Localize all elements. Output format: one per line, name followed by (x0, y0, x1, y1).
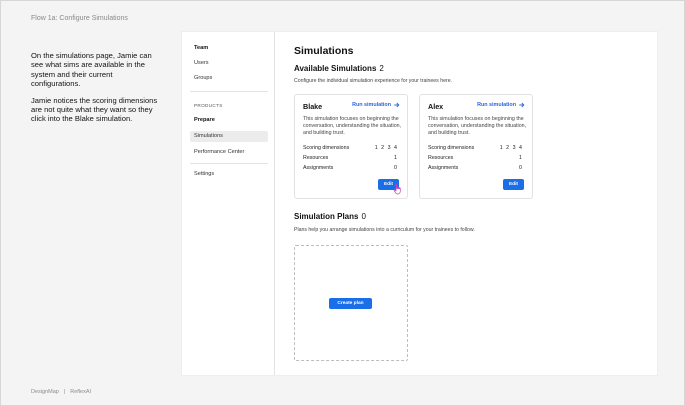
sidebar-item-groups[interactable]: Groups (190, 73, 268, 84)
available-simulations-description: Configure the individual simulation expe… (294, 78, 453, 84)
sidebar-item-simulations[interactable]: Simulations (190, 131, 268, 142)
footer: DesignMap | ReflexAI (31, 389, 91, 395)
resources-value: 1 (394, 155, 397, 161)
available-simulations-label: Available Simulations (294, 64, 377, 73)
hand-pointer-icon (393, 183, 401, 195)
scoring-dimension-value: 4 (394, 145, 397, 151)
footer-designmap: DesignMap (31, 389, 59, 395)
annotation-notes: On the simulations page, Jamie can see w… (31, 51, 159, 124)
scoring-dimensions-label: Scoring dimensions (303, 145, 350, 151)
simulation-plans-description: Plans help you arrange simulations into … (294, 227, 475, 233)
scoring-dimension-value: 1 (499, 145, 503, 151)
simulation-name: Alex (428, 102, 444, 111)
app-window: Team Users Groups PRODUCTS Prepare Simul… (181, 31, 658, 376)
assignments-row: Assignments 0 (428, 164, 522, 172)
scoring-dimension-value: 3 (387, 145, 391, 151)
simulation-plans-title: Simulation Plans 0 (294, 212, 366, 221)
resources-label: Resources (303, 155, 329, 161)
run-simulation-label: Run simulation (477, 102, 516, 108)
scoring-dimension-value: 2 (381, 145, 385, 151)
scoring-dimension-value: 3 (512, 145, 516, 151)
sidebar-item-settings[interactable]: Settings (190, 169, 268, 180)
note-1: On the simulations page, Jamie can see w… (31, 51, 152, 89)
simulation-name: Blake (303, 102, 323, 111)
note-2: Jamie notices the scoring dimensions are… (31, 95, 158, 124)
assignments-value: 0 (394, 165, 397, 171)
sidebar-divider (190, 91, 268, 92)
main-content: Simulations Available Simulations 2 Confi… (275, 32, 657, 375)
scoring-dimensions-row: Scoring dimensions 1 2 3 4 (428, 144, 522, 152)
simulation-card-blake: Blake Run simulation This simulation foc… (294, 94, 408, 199)
footer-separator: | (63, 389, 66, 395)
assignments-label: Assignments (428, 165, 459, 171)
flow-title: Flow 1a: Configure Simulations (31, 15, 128, 22)
arrow-right-icon (394, 102, 400, 108)
scoring-dimensions-values: 1 2 3 4 (500, 145, 522, 151)
scoring-dimensions-label: Scoring dimensions (428, 145, 475, 151)
run-simulation-link[interactable]: Run simulation (477, 102, 525, 108)
simulation-plans-label: Simulation Plans (294, 212, 359, 221)
resources-label: Resources (428, 155, 454, 161)
scoring-dimension-value: 2 (506, 145, 510, 151)
sidebar-divider (190, 163, 268, 164)
scoring-dimension-value: 1 (374, 145, 378, 151)
scoring-dimension-value: 4 (519, 145, 522, 151)
scoring-dimensions-row: Scoring dimensions 1 2 3 4 (303, 144, 397, 152)
assignments-value: 0 (519, 165, 522, 171)
sidebar-item-users[interactable]: Users (190, 58, 268, 69)
available-simulations-title: Available Simulations 2 (294, 64, 384, 73)
available-simulations-count: 2 (379, 64, 384, 73)
footer-reflexai: ReflexAI (70, 389, 92, 395)
resources-row: Resources 1 (303, 154, 397, 162)
sidebar-item-team[interactable]: Team (190, 43, 268, 54)
resources-row: Resources 1 (428, 154, 522, 162)
edit-button[interactable]: Edit (503, 179, 524, 190)
create-plan-button[interactable]: Create plan (329, 298, 372, 309)
resources-value: 1 (519, 155, 522, 161)
run-simulation-label: Run simulation (352, 102, 391, 108)
assignments-row: Assignments 0 (303, 164, 397, 172)
sidebar-item-prepare[interactable]: Prepare (190, 115, 268, 126)
scoring-dimensions-values: 1 2 3 4 (375, 145, 397, 151)
sidebar-item-performance-center[interactable]: Performance Center (190, 147, 268, 158)
simulation-description: This simulation focuses on beginning the… (428, 116, 527, 136)
run-simulation-link[interactable]: Run simulation (352, 102, 400, 108)
arrow-right-icon (519, 102, 525, 108)
sidebar-section-products: PRODUCTS (194, 103, 223, 108)
simulation-card-alex: Alex Run simulation This simulation focu… (419, 94, 533, 199)
simulation-plans-count: 0 (361, 212, 366, 221)
simulation-plan-placeholder: Create plan (294, 245, 408, 361)
simulation-description: This simulation focuses on beginning the… (303, 116, 402, 136)
assignments-label: Assignments (303, 165, 334, 171)
sidebar: Team Users Groups PRODUCTS Prepare Simul… (182, 32, 275, 375)
page-title: Simulations (294, 45, 354, 57)
